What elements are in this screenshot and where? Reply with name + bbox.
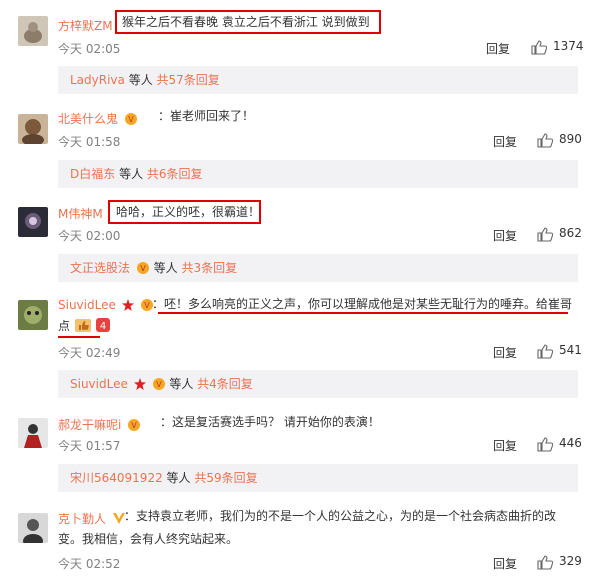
comment-item: 克卜勤人 ：支持袁立老师，我们为的不是一个人的公益之心，为的是一个社会病态曲折的…	[0, 495, 600, 577]
sub-reply-user[interactable]: 文正选股法	[70, 261, 130, 275]
svg-text:V: V	[144, 301, 150, 310]
sub-reply-count[interactable]: 共4条回复	[197, 377, 253, 391]
username-text[interactable]: 克卜勤人	[58, 512, 106, 526]
like-button[interactable]: 329	[537, 554, 587, 570]
like-button[interactable]: 446	[537, 436, 587, 452]
sub-reply-user[interactable]: D白福东	[70, 167, 115, 181]
sub-replies-bar[interactable]: LadyRiva 等人 共57条回复	[58, 66, 578, 94]
sub-reply-user[interactable]: LadyRiva	[70, 73, 125, 87]
like-button[interactable]: 862	[537, 226, 587, 242]
like-count: 1374	[553, 39, 584, 53]
username-text[interactable]: 郝龙干嘛呢i	[58, 418, 121, 432]
thumbs-up-icon	[531, 40, 547, 55]
reply-button[interactable]: 回复	[493, 227, 517, 244]
comment-item: SiuvidLee V ：呸！多么响亮的正义之声，你可以理解成他是对某些无耻行为…	[0, 285, 600, 400]
thumbs-up-icon	[537, 227, 553, 242]
comment-username[interactable]: 北美什么鬼 V	[58, 110, 138, 127]
comment-item: 郝龙干嘛呢i V ：这是复活赛选手吗？ 请开始你的表演！ 今天 01:57 回复…	[0, 400, 600, 495]
like-count: 329	[559, 554, 582, 568]
sub-reply-count[interactable]: 共6条回复	[147, 167, 203, 181]
avatar[interactable]	[18, 207, 48, 237]
sub-reply-mid: 等人	[115, 167, 147, 181]
avatar[interactable]	[18, 114, 48, 144]
svg-text:V: V	[156, 380, 162, 389]
sub-reply-user[interactable]: 宋川564091922	[70, 471, 163, 485]
svg-text:4: 4	[99, 321, 105, 332]
avatar[interactable]	[18, 16, 48, 46]
avatar[interactable]	[18, 513, 48, 543]
underline-highlight	[58, 336, 100, 338]
comment-text-line2: 点 4	[58, 317, 110, 335]
comment-text-line2: 变。我相信，会有人终究站起来。	[58, 532, 239, 546]
sub-replies-bar[interactable]: SiuvidLee V 等人 共4条回复	[58, 370, 578, 398]
like-count: 890	[559, 132, 582, 146]
vip-crown-icon: V	[128, 419, 141, 431]
like-count: 541	[559, 343, 582, 357]
vip-crown-icon: V	[152, 378, 165, 390]
star-badge-icon	[133, 378, 146, 390]
sub-reply-count[interactable]: 共57条回复	[157, 73, 220, 87]
sub-reply-mid: 等人	[149, 261, 182, 275]
reply-button[interactable]: 回复	[493, 437, 517, 454]
sub-reply-mid: 等人	[162, 471, 195, 485]
sub-reply-user[interactable]: SiuvidLee	[70, 377, 128, 391]
comment-username[interactable]: SiuvidLee V	[58, 298, 154, 312]
comment-time: 今天 02:49	[58, 346, 121, 360]
avatar[interactable]	[18, 300, 48, 330]
reply-button[interactable]: 回复	[493, 133, 517, 150]
sub-reply-count[interactable]: 共3条回复	[181, 261, 237, 275]
like-count: 446	[559, 436, 582, 450]
svg-text:V: V	[140, 264, 146, 273]
vip-crown-icon: V	[136, 262, 149, 274]
thumbs-up-icon	[537, 133, 553, 148]
sub-reply-count[interactable]: 共59条回复	[194, 471, 257, 485]
comment-time: 今天 01:57	[58, 439, 121, 453]
sub-replies-bar[interactable]: D白福东 等人 共6条回复	[58, 160, 578, 188]
highlight-box	[115, 10, 381, 34]
comment-time: 今天 02:05	[58, 42, 121, 56]
underline-highlight	[158, 312, 568, 314]
comment-item: 方梓默ZM 猴年之后不看春晚 袁立之后不看浙江 说到做到 今天 02:05 回复…	[0, 0, 600, 100]
username-text[interactable]: 北美什么鬼	[58, 112, 118, 126]
reply-button[interactable]: 回复	[486, 40, 510, 57]
like-button[interactable]: 541	[537, 343, 587, 359]
comment-text-part: 点	[58, 319, 71, 333]
username-text[interactable]: SiuvidLee	[58, 298, 116, 312]
comment-time: 今天 01:58	[58, 135, 121, 149]
vip-crown-icon: V	[124, 113, 137, 125]
star-badge-icon	[121, 299, 134, 311]
like-button[interactable]: 1374	[531, 39, 591, 55]
comment-text: ：崔老师回来了！	[158, 109, 255, 123]
svg-text:V: V	[131, 421, 137, 430]
sub-replies-bar[interactable]: 文正选股法 V 等人 共3条回复	[58, 254, 578, 282]
comment-username[interactable]: M伟神M	[58, 205, 103, 222]
comment-username[interactable]: 郝龙干嘛呢i V	[58, 416, 141, 433]
notification-count-icon: 4	[95, 318, 110, 332]
comment-time: 今天 02:00	[58, 229, 121, 243]
like-count: 862	[559, 226, 582, 240]
reply-button[interactable]: 回复	[493, 555, 517, 572]
like-button[interactable]: 890	[537, 132, 587, 148]
comment-item: 北美什么鬼 V ：崔老师回来了！ 今天 01:58 回复 890 D白福东 等人…	[0, 100, 600, 193]
comment-item: M伟神M 哈哈，正义的呸，很霸道！ 今天 02:00 回复 862 文正选股法 …	[0, 193, 600, 285]
thumbs-up-emoji-icon	[74, 319, 91, 332]
comment-username[interactable]: 克卜勤人	[58, 510, 126, 527]
comment-text-line1: ：呸！多么响亮的正义之声，你可以理解成他是对某些无耻行为的唾弃。给崔哥	[152, 297, 573, 311]
sub-reply-mid: 等人	[165, 377, 198, 391]
sub-replies-bar[interactable]: 宋川564091922 等人 共59条回复	[58, 464, 578, 492]
comment-time: 今天 02:52	[58, 557, 121, 571]
svg-text:V: V	[128, 115, 134, 124]
sub-reply-mid: 等人	[124, 73, 157, 87]
comment-username[interactable]: 方梓默ZM	[58, 17, 113, 34]
thumbs-up-icon	[537, 555, 553, 570]
reply-button[interactable]: 回复	[493, 344, 517, 361]
comment-text: ：这是复活赛选手吗？ 请开始你的表演！	[160, 415, 380, 429]
comment-text-line1: ：支持袁立老师，我们为的不是一个人的公益之心，为的是一个社会病态曲折的改	[124, 509, 557, 523]
thumbs-up-icon	[537, 344, 553, 359]
highlight-box	[108, 200, 261, 224]
thumbs-up-icon	[537, 437, 553, 452]
avatar[interactable]	[18, 418, 48, 448]
